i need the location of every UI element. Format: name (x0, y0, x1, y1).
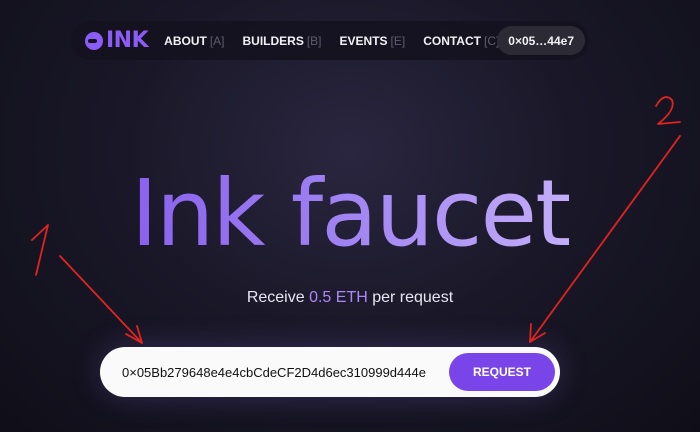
nav-about[interactable]: ABOUT [A] (164, 34, 224, 48)
ink-logo[interactable]: INK (84, 28, 149, 53)
nav-contact-label: CONTACT (423, 33, 481, 48)
wallet-address-input[interactable] (122, 347, 440, 397)
top-navbar: INK ABOUT [A] BUILDERS [B] EVENTS [E] CONTA… (71, 21, 589, 60)
nav-builders-label: BUILDERS (242, 33, 304, 48)
subtitle-amount: 0.5 ETH (309, 289, 368, 306)
nav-about-label: ABOUT (164, 33, 207, 48)
subtitle-suffix: per request (367, 289, 454, 306)
wallet-address-button[interactable]: 0×05…44e7 (497, 26, 585, 55)
annotation-arrowhead-2 (529, 323, 546, 343)
ink-logo-text: INK (106, 28, 149, 53)
ink-logo-icon (85, 31, 103, 50)
request-form: REQUEST (100, 347, 560, 397)
nav-events[interactable]: EVENTS [E] (340, 34, 406, 48)
nav-builders[interactable]: BUILDERS [B] (243, 34, 322, 48)
nav-about-shortcut: [A] (209, 33, 225, 48)
nav-contact[interactable]: CONTACT [C] (423, 34, 499, 48)
annotation-numeral-2 (655, 96, 681, 125)
nav-builders-shortcut: [B] (306, 33, 322, 48)
nav-events-label: EVENTS (339, 33, 388, 48)
nav-events-shortcut: [E] (390, 33, 406, 48)
page-title: Ink faucet (0, 168, 700, 260)
request-button[interactable]: REQUEST (449, 353, 555, 391)
subtitle-prefix: Receive (246, 289, 310, 306)
annotation-arrowhead-1 (125, 325, 143, 344)
page-subtitle: Receive 0.5 ETH per request (0, 289, 700, 307)
